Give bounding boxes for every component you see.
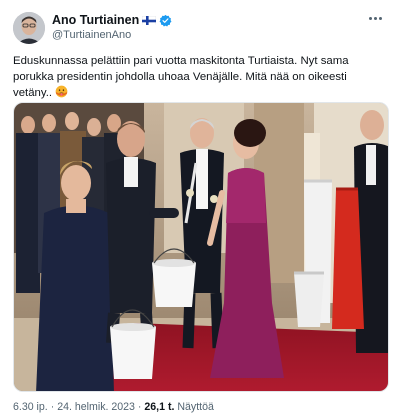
verified-badge-icon — [159, 14, 172, 27]
author-handle[interactable]: @TurtiainenAno — [52, 29, 131, 41]
author-avatar[interactable] — [13, 12, 45, 44]
tweet-media-image[interactable] — [13, 102, 389, 392]
meta-separator: · — [50, 401, 55, 413]
author-name[interactable]: Ano Turtiainen — [52, 13, 139, 27]
author-name-row: Ano Turtiainen — [52, 12, 172, 28]
avatar-image — [13, 12, 45, 44]
hot-face-emoji-icon — [55, 85, 68, 98]
finland-flag-icon — [142, 15, 157, 25]
tweet-meta: 6.30 ip. · 24. helmik. 2023 · 26,1 t. Nä… — [13, 401, 214, 413]
views-label: Näyttöä — [177, 401, 214, 413]
views-count: 26,1 t. — [144, 401, 175, 413]
tweet-text: Eduskunnassa pelättiin pari vuotta maski… — [13, 53, 385, 101]
more-options-icon[interactable] — [365, 10, 385, 26]
tweet-date[interactable]: 24. helmik. 2023 — [57, 401, 135, 413]
tweet-time[interactable]: 6.30 ip. — [13, 401, 48, 413]
media-photo — [14, 103, 388, 391]
tweet-card: Ano Turtiainen @TurtiainenAno Eduskunnas… — [0, 0, 401, 420]
meta-separator-2: · — [137, 401, 142, 413]
